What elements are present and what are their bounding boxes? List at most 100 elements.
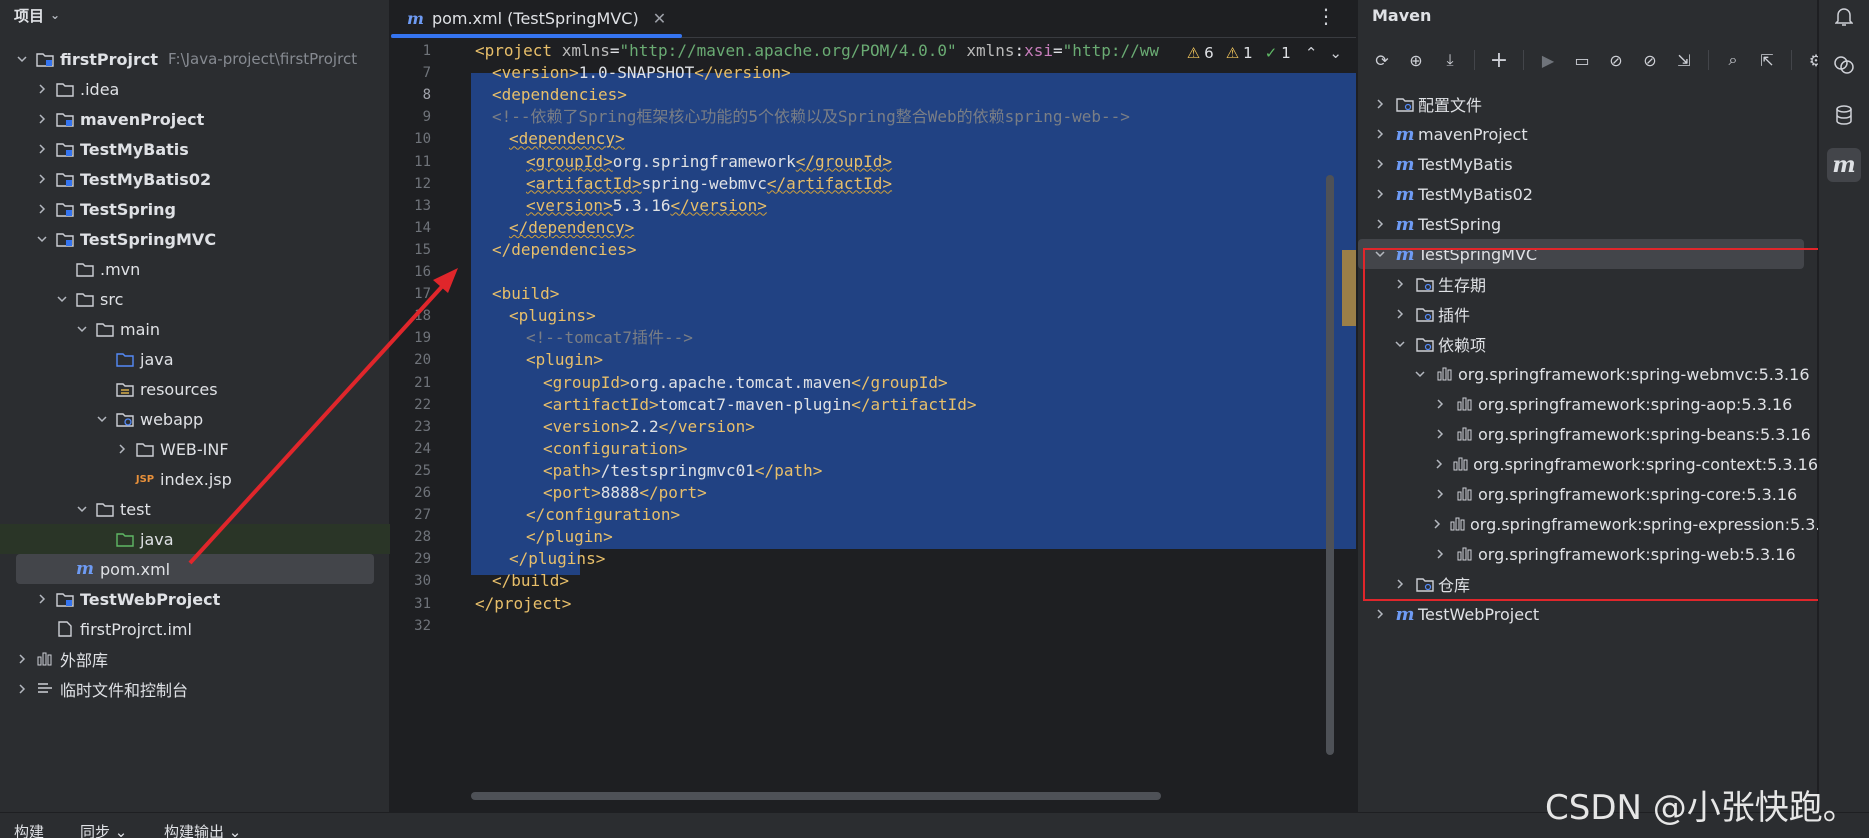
chevron-right-icon[interactable] (114, 441, 130, 457)
chevron-down-icon[interactable] (1412, 366, 1428, 382)
chevron-down-icon[interactable]: ⌄ (50, 8, 60, 22)
chevron-down-icon[interactable] (1392, 336, 1408, 352)
tree-item-mvn[interactable]: .mvn (0, 254, 390, 284)
maven-tree-item[interactable]: m TestSpringMVC (1358, 239, 1804, 269)
tree-item-firstprojrctiml[interactable]: firstProjrct.iml (0, 614, 390, 644)
chevron-right-icon[interactable] (1372, 606, 1388, 622)
maven-tree-item[interactable]: 依赖项 (1358, 329, 1818, 359)
database-icon[interactable] (1827, 98, 1861, 132)
expand-icon[interactable]: ⇱ (1755, 48, 1779, 72)
chevron-right-icon[interactable] (34, 141, 50, 157)
execute-goal-icon[interactable]: ▭ (1570, 48, 1594, 72)
more-options-icon[interactable]: ⋮ (1316, 4, 1336, 28)
maven-tree-item[interactable]: org.springframework:spring-expression:5.… (1358, 509, 1831, 539)
code-area[interactable]: <project xmlns="http://maven.apache.org/… (471, 38, 1356, 812)
tree-item-java[interactable]: java (0, 524, 390, 554)
maven-tree-item[interactable]: org.springframework:spring-core:5.3.16 (1358, 479, 1818, 509)
maven-tree-item[interactable]: 仓库 (1358, 569, 1818, 599)
tree-item-testspringmvc[interactable]: TestSpringMVC (0, 224, 390, 254)
maven-tree-item[interactable]: org.springframework:spring-aop:5.3.16 (1358, 389, 1818, 419)
editor-tab-pom[interactable]: m pom.xml (TestSpringMVC) ✕ (391, 0, 683, 38)
tree-item-indexjsp[interactable]: JSP index.jsp (0, 464, 390, 494)
chevron-down-icon[interactable] (1372, 246, 1388, 262)
maven-tree-item[interactable]: 配置文件 (1358, 89, 1818, 119)
bottom-tab[interactable]: 同步 ⌄ (80, 821, 127, 838)
chevron-right-icon[interactable] (1372, 216, 1388, 232)
tree-item-webinf[interactable]: WEB-INF (0, 434, 390, 464)
close-icon[interactable]: ✕ (653, 9, 666, 28)
chevron-right-icon[interactable] (1392, 576, 1408, 592)
chevron-right-icon[interactable] (1432, 546, 1448, 562)
notifications-icon[interactable] (1827, 0, 1861, 34)
tree-item-java[interactable]: java (0, 344, 390, 374)
maven-tree-item[interactable]: org.springframework:spring-context:5.3.1… (1358, 449, 1818, 479)
chevron-right-icon[interactable] (1372, 186, 1388, 202)
chevron-right-icon[interactable] (1392, 306, 1408, 322)
chevron-right-icon[interactable] (1372, 126, 1388, 142)
chevron-right-icon[interactable] (34, 111, 50, 127)
chevron-right-icon[interactable] (14, 681, 30, 697)
previous-highlight-icon[interactable]: ⌃ (1305, 44, 1318, 62)
maven-tree-item[interactable]: 插件 (1358, 299, 1818, 329)
tree-item-webapp[interactable]: webapp (0, 404, 390, 434)
run-icon[interactable]: ▶ (1536, 48, 1560, 72)
maven-tree-item[interactable]: m TestMyBatis02 (1358, 179, 1818, 209)
next-highlight-icon[interactable]: ⌄ (1329, 44, 1342, 62)
chevron-right-icon[interactable] (1372, 96, 1388, 112)
maven-tree-item[interactable]: m mavenProject (1358, 119, 1818, 149)
ai-assistant-icon[interactable] (1827, 48, 1861, 82)
tree-item-mavenproject[interactable]: mavenProject (0, 104, 390, 134)
chevron-right-icon[interactable] (1372, 156, 1388, 172)
chevron-right-icon[interactable] (1392, 276, 1408, 292)
chevron-right-icon[interactable] (34, 591, 50, 607)
download-icon[interactable]: ⤓ (1438, 48, 1462, 72)
horizontal-scrollbar[interactable] (471, 792, 1161, 800)
tree-item-pomxml[interactable]: m pom.xml (16, 554, 374, 584)
chevron-down-icon[interactable] (34, 231, 50, 247)
chevron-right-icon[interactable] (34, 81, 50, 97)
maven-tree-item[interactable]: org.springframework:spring-webmvc:5.3.16 (1358, 359, 1818, 389)
tree-item-idea[interactable]: .idea (0, 74, 390, 104)
chevron-right-icon[interactable] (1432, 426, 1448, 442)
tree-item-testmybatis[interactable]: TestMyBatis (0, 134, 390, 164)
bottom-tab[interactable]: 构建 (14, 821, 44, 838)
tree-item-resources[interactable]: resources (0, 374, 390, 404)
tree-item-testmybatis02[interactable]: TestMyBatis02 (0, 164, 390, 194)
plus-icon[interactable]: + (1487, 48, 1511, 73)
chevron-right-icon[interactable] (1432, 516, 1442, 532)
reload-icon[interactable]: ⟳ (1370, 48, 1394, 72)
vertical-scrollbar[interactable] (1326, 175, 1334, 755)
maven-tree-item[interactable]: org.springframework:spring-web:5.3.16 (1358, 539, 1818, 569)
chevron-down-icon[interactable] (74, 501, 90, 517)
chevron-down-icon[interactable] (74, 321, 90, 337)
maven-tree-item[interactable]: 生存期 (1358, 269, 1818, 299)
inspection-widget[interactable]: ⚠ 6 ⚠ 1 ✓ 1 ⌃ ⌄ (1180, 44, 1342, 62)
tree-item-main[interactable]: main (0, 314, 390, 344)
maven-tree-item[interactable]: org.springframework:spring-beans:5.3.16 (1358, 419, 1818, 449)
add-sources-icon[interactable]: ⊕ (1404, 48, 1428, 72)
chevron-right-icon[interactable] (34, 171, 50, 187)
tree-item-src[interactable]: src (0, 284, 390, 314)
chevron-right-icon[interactable] (34, 201, 50, 217)
tree-item-testspring[interactable]: TestSpring (0, 194, 390, 224)
tree-item-test[interactable]: test (0, 494, 390, 524)
maven-tree-item[interactable]: m TestWebProject (1358, 599, 1818, 629)
bottom-tab[interactable]: 构建输出 ⌄ (164, 821, 241, 838)
chevron-down-icon[interactable] (14, 51, 30, 67)
maven-icon[interactable]: m (1827, 148, 1861, 182)
collapse-icon[interactable]: ⇲ (1672, 48, 1696, 72)
chevron-right-icon[interactable] (1432, 396, 1448, 412)
skip-tests-icon[interactable]: ⊘ (1638, 48, 1662, 72)
tree-item-[interactable]: 临时文件和控制台 (0, 674, 390, 704)
offline-icon[interactable]: ⊘ (1604, 48, 1628, 72)
maven-tree-item[interactable]: m TestSpring (1358, 209, 1818, 239)
chevron-right-icon[interactable] (1432, 456, 1445, 472)
tree-item-firstprojrct[interactable]: firstProjrct F:\Java-project\firstProjrct (0, 44, 390, 74)
chevron-right-icon[interactable] (1432, 486, 1448, 502)
analyze-icon[interactable]: ⌕ (1721, 48, 1745, 72)
tree-item-testwebproject[interactable]: TestWebProject (0, 584, 390, 614)
chevron-down-icon[interactable] (54, 291, 70, 307)
chevron-down-icon[interactable] (94, 411, 110, 427)
maven-tree-item[interactable]: m TestMyBatis (1358, 149, 1818, 179)
chevron-right-icon[interactable] (14, 651, 30, 667)
